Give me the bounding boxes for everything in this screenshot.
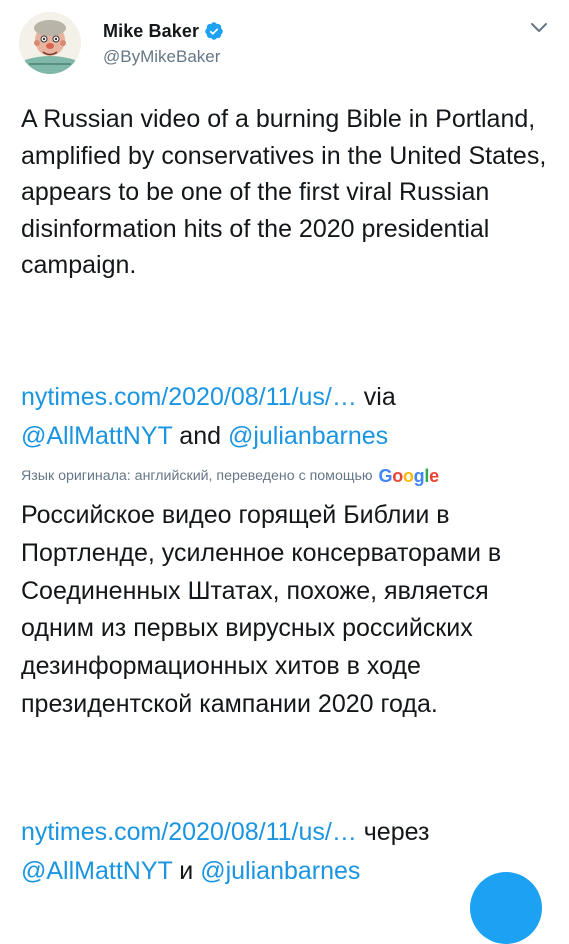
- translated-via-label: через: [363, 818, 430, 846]
- translation-note: Язык оригинала: английский, переведено с…: [21, 465, 551, 487]
- via-label: via: [363, 383, 396, 411]
- translated-mention-link-2[interactable]: @julianbarnes: [200, 857, 360, 885]
- name-row: Mike Baker: [103, 20, 224, 42]
- tweet-text: A Russian video of a burning Bible in Po…: [21, 105, 547, 279]
- compose-button[interactable]: [470, 872, 542, 944]
- verified-badge-icon: [205, 22, 223, 40]
- mention-link-1[interactable]: @AllMattNYT: [21, 422, 172, 450]
- translated-mention-link-1[interactable]: @AllMattNYT: [21, 857, 172, 885]
- translated-and-label: и: [179, 856, 194, 885]
- tweet-header: Mike Baker @ByMikeBaker: [0, 0, 569, 82]
- translated-links: nytimes.com/2020/08/11/us/… через @AllMa…: [21, 813, 556, 890]
- translation-note-text: Язык оригинала: английский, переведено с…: [21, 468, 373, 484]
- chevron-down-icon[interactable]: [526, 14, 552, 40]
- cartoon-avatar-icon: [19, 12, 81, 74]
- translated-text: Российское видео горящей Библии в Портле…: [21, 501, 502, 718]
- translated-article-link[interactable]: nytimes.com/2020/08/11/us/…: [21, 818, 357, 846]
- article-link[interactable]: nytimes.com/2020/08/11/us/…: [21, 383, 357, 411]
- tweet-links: nytimes.com/2020/08/11/us/… via @AllMatt…: [21, 378, 556, 455]
- google-logo: Google: [378, 465, 440, 486]
- display-name[interactable]: Mike Baker: [103, 21, 199, 42]
- avatar[interactable]: [19, 12, 81, 74]
- handle[interactable]: @ByMikeBaker: [103, 47, 220, 67]
- and-label: and: [179, 421, 222, 450]
- mention-link-2[interactable]: @julianbarnes: [228, 422, 388, 450]
